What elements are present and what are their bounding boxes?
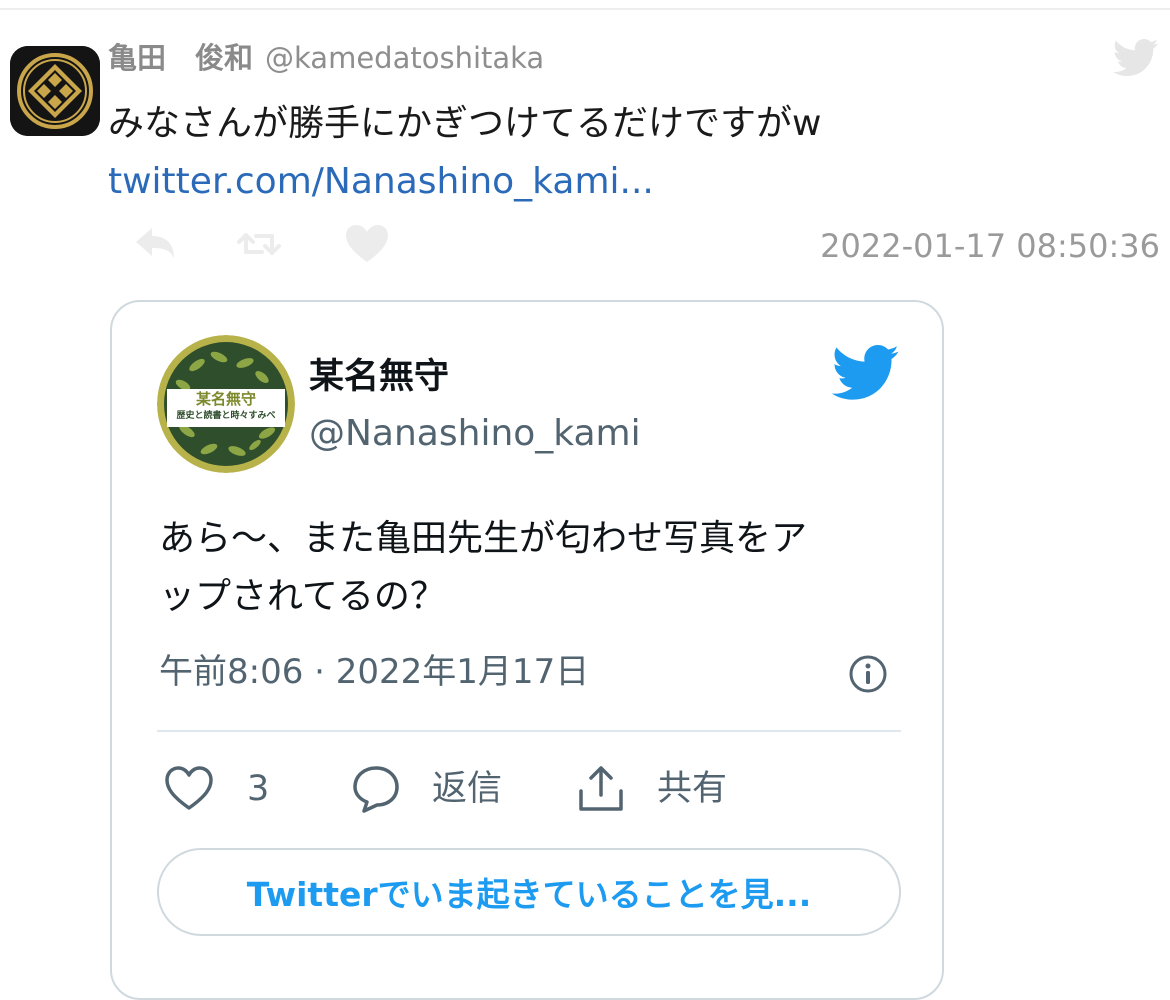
- embed-avatar-logo-subtext: 歴史と読書と時々すみべ: [176, 411, 276, 421]
- author-avatar[interactable]: [10, 46, 100, 136]
- embed-handle[interactable]: @Nanashino_kami: [309, 410, 641, 458]
- embed-timestamp[interactable]: 午前8:06 · 2022年1月17日: [159, 648, 589, 696]
- twitter-bird-icon: [1113, 39, 1159, 77]
- top-divider: [0, 8, 1170, 10]
- reply-label[interactable]: 返信: [432, 765, 502, 813]
- reply-bubble-icon[interactable]: [350, 763, 402, 815]
- embed-text-line: あら〜、また亀田先生が匂わせ写真をア: [159, 518, 808, 559]
- embed-tweet-text: あら〜、また亀田先生が匂わせ写真をア ップされてるの？: [159, 510, 899, 626]
- tweet-text: みなさんが勝手にかぎつけてるだけですがw: [108, 103, 822, 144]
- retweet-icon[interactable]: [234, 222, 284, 266]
- like-icon[interactable]: [342, 222, 392, 266]
- share-label[interactable]: 共有: [657, 765, 727, 813]
- author-line: 亀田 俊和 @kamedatoshitaka: [108, 38, 544, 78]
- embed-divider: [157, 730, 901, 732]
- embed-display-name[interactable]: 某名無守: [309, 354, 449, 400]
- embedded-tweet-card[interactable]: 某名無守 歴史と読書と時々すみべ 某名無守 @Nanashino_kami あら…: [110, 300, 944, 1000]
- read-more-button[interactable]: Twitterでいま起きていることを見...: [157, 848, 901, 936]
- reply-icon[interactable]: [130, 222, 180, 266]
- info-icon[interactable]: [848, 654, 888, 694]
- embed-text-line: ップされてるの？: [159, 576, 446, 617]
- author-name[interactable]: 亀田 俊和: [108, 41, 253, 75]
- share-icon[interactable]: [575, 763, 627, 815]
- twitter-logo-icon[interactable]: [832, 344, 900, 402]
- tweet-link[interactable]: twitter.com/Nanashino_kami...: [108, 158, 654, 206]
- like-count: 3: [247, 769, 270, 809]
- tweet-timestamp: 2022-01-17 08:50:36: [820, 227, 1160, 265]
- embed-avatar[interactable]: 某名無守 歴史と読書と時々すみべ: [157, 335, 295, 473]
- heart-icon[interactable]: [163, 763, 215, 815]
- embed-avatar-logo-text: 某名無守: [195, 390, 256, 408]
- author-handle[interactable]: @kamedatoshitaka: [265, 41, 544, 75]
